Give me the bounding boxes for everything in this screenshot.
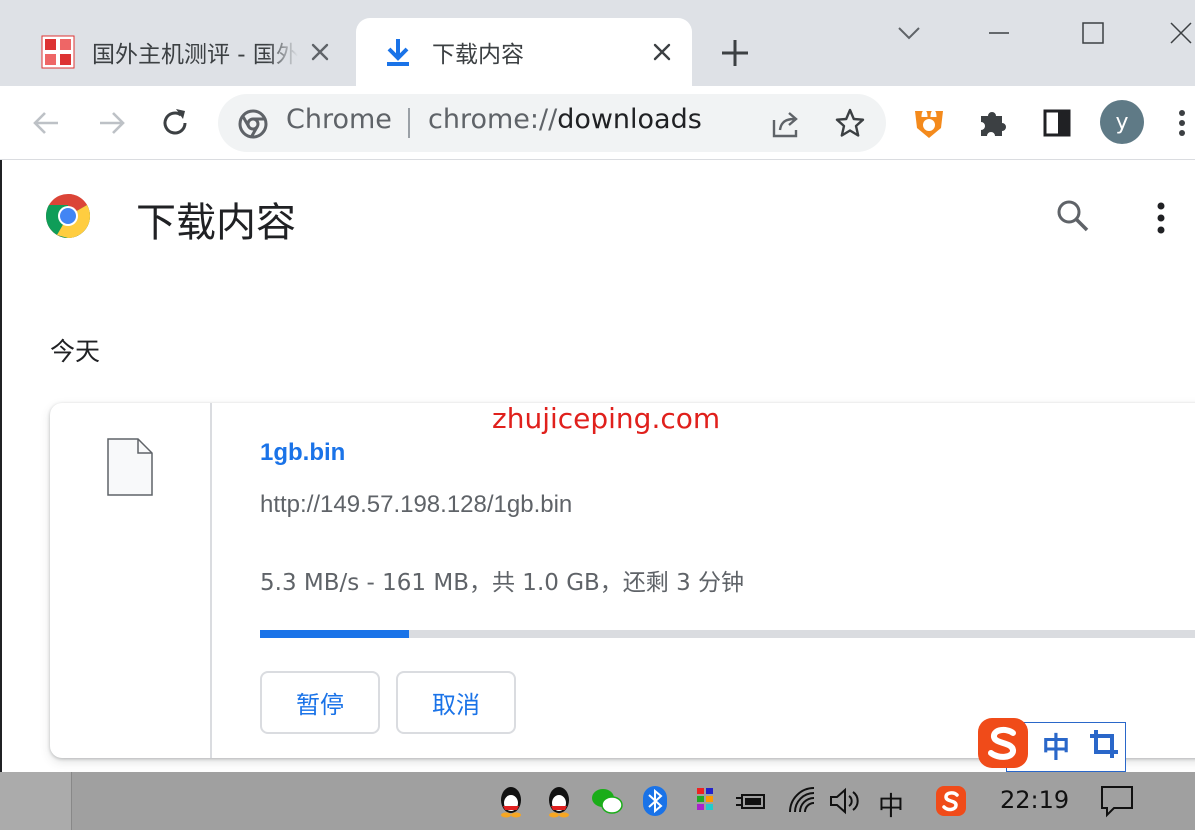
downloads-page: 下载内容 今天 1gb.bin http://149.57.198.128/1g… (0, 160, 1195, 772)
profile-avatar[interactable]: y (1100, 100, 1144, 144)
share-icon[interactable] (770, 108, 802, 140)
tab-title: 下载内容 (432, 42, 524, 68)
tab-zhujiceping[interactable]: 国外主机测评 - 国外 (20, 18, 350, 86)
chrome-chip: Chrome (286, 104, 392, 135)
close-window-icon[interactable] (1166, 18, 1195, 48)
tab-close-icon[interactable] (650, 40, 674, 64)
bookmark-star-icon[interactable] (834, 107, 866, 139)
file-icon (107, 438, 153, 496)
side-panel-icon[interactable] (1040, 106, 1074, 140)
reload-icon[interactable] (156, 104, 194, 142)
browser-toolbar: Chrome chrome://downloads y (0, 86, 1195, 160)
download-progress-bar (260, 630, 1195, 638)
url-path: downloads (557, 104, 702, 135)
download-status: 5.3 MB/s - 161 MB，共 1.0 GB，还剩 3 分钟 (260, 570, 745, 596)
taskbar: 中 22:19 (0, 772, 1195, 830)
notification-icon[interactable] (1100, 784, 1134, 818)
back-arrow-icon[interactable] (28, 104, 66, 142)
volume-icon[interactable] (828, 784, 862, 818)
qq-penguin-icon[interactable] (542, 784, 576, 818)
tab-downloads[interactable]: 下载内容 (356, 18, 692, 86)
tab-close-icon[interactable] (308, 40, 332, 64)
search-icon[interactable] (1055, 198, 1091, 234)
file-name-link[interactable]: 1gb.bin (260, 439, 345, 467)
bluetooth-icon[interactable] (638, 784, 672, 818)
url-scheme: chrome:// (428, 104, 558, 135)
sogou-tray-icon[interactable] (934, 784, 968, 818)
extensions-puzzle-icon[interactable] (976, 106, 1010, 140)
page-title: 下载内容 (136, 200, 296, 246)
chrome-logo-icon (46, 194, 90, 238)
url-text[interactable]: chrome://downloads (428, 104, 702, 135)
tab-title: 国外主机测评 - 国外 (92, 42, 298, 68)
download-item-card: 1gb.bin http://149.57.198.128/1gb.bin 5.… (50, 403, 1195, 758)
start-button[interactable] (0, 772, 72, 830)
progress-fill (260, 630, 410, 638)
minimize-icon[interactable] (984, 18, 1014, 48)
color-app-icon[interactable] (688, 784, 722, 818)
more-options-icon[interactable] (1146, 198, 1176, 238)
maximize-icon[interactable] (1078, 18, 1108, 48)
forward-arrow-icon[interactable] (92, 104, 130, 142)
sogou-logo-icon[interactable] (976, 716, 1032, 772)
ime-indicator[interactable]: 中 (878, 786, 904, 823)
cancel-button[interactable]: 取消 (396, 671, 516, 734)
address-bar[interactable]: Chrome chrome://downloads (218, 94, 886, 152)
battery-plug-icon[interactable] (734, 784, 768, 818)
chrome-menu-icon[interactable] (1170, 106, 1194, 140)
watermark-text: zhujiceping.com (492, 402, 721, 435)
download-icon (380, 34, 416, 70)
tab-search-chevron-icon[interactable] (894, 18, 924, 48)
crop-icon[interactable] (1088, 728, 1120, 760)
site-favicon-icon (40, 34, 76, 70)
new-tab-plus-icon[interactable] (718, 36, 752, 70)
tab-strip: 国外主机测评 - 国外 下载内容 (0, 0, 1195, 86)
pause-button[interactable]: 暂停 (260, 671, 380, 734)
clock[interactable]: 22:19 (1000, 786, 1069, 814)
ime-floating-bar[interactable]: 中 (976, 716, 1126, 772)
chip-separator (408, 108, 410, 138)
wechat-icon[interactable] (590, 784, 624, 818)
chrome-logo-icon (238, 109, 268, 139)
extension-rabbit-icon[interactable] (912, 106, 946, 140)
date-heading: 今天 (50, 337, 101, 366)
qq-penguin-icon[interactable] (494, 784, 528, 818)
card-divider (210, 403, 212, 758)
file-source-url: http://149.57.198.128/1gb.bin (260, 491, 573, 518)
ime-mode-label[interactable]: 中 (1042, 726, 1070, 766)
wifi-icon[interactable] (786, 784, 820, 818)
